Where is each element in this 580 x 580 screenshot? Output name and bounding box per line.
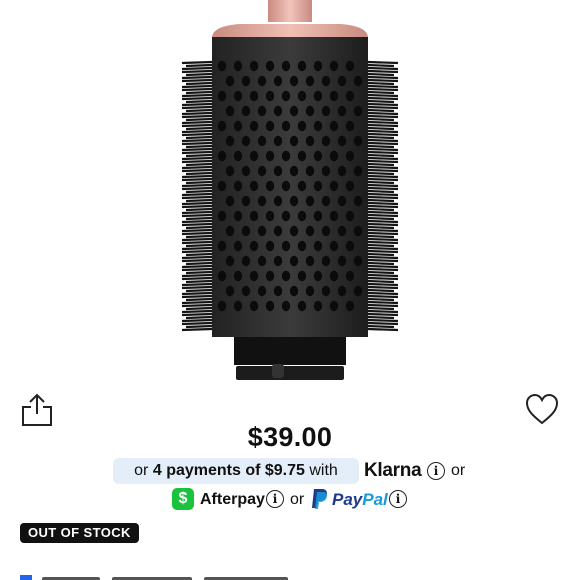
- paypal-icon: [312, 489, 327, 509]
- paypal-label: PayPal: [332, 490, 388, 509]
- wishlist-button[interactable]: [524, 392, 560, 426]
- installment-amount: 4 payments of $9.75: [152, 462, 305, 479]
- klarna-logo: Klarna: [364, 460, 422, 481]
- stock-status-badge: OUT OF STOCK: [20, 523, 139, 543]
- collar: [212, 24, 368, 38]
- afterpay-info-icon[interactable]: i: [266, 490, 284, 508]
- paypal-info-icon[interactable]: i: [389, 490, 407, 508]
- heart-icon: [525, 393, 559, 425]
- cashapp-icon: $: [172, 488, 194, 510]
- truncated-text-line: [20, 570, 320, 580]
- installment-pill: or 4 payments of $9.75 with: [113, 458, 359, 484]
- product-image: [0, 0, 580, 390]
- afterpay-label: Afterpay: [200, 491, 265, 508]
- installment-row: or 4 payments of $9.75 with Klarna i or: [0, 458, 580, 486]
- klarna-info-icon[interactable]: i: [427, 462, 445, 480]
- payment-options-row: $ Afterpay i or PayPal i: [0, 487, 580, 513]
- product-price: $39.00: [247, 422, 333, 452]
